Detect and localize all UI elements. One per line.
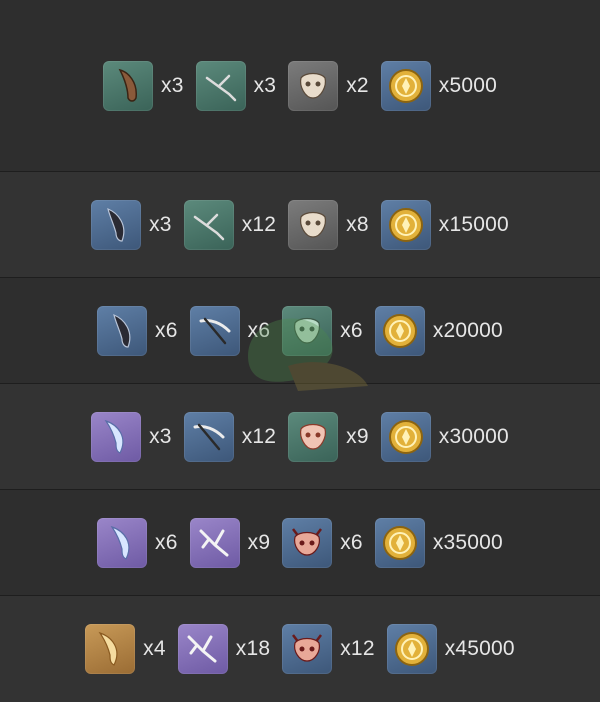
horned-mask-icon: [282, 624, 333, 674]
red-mask-icon: [288, 411, 339, 462]
material-item: x6: [97, 517, 178, 568]
material-item: x12: [183, 199, 277, 250]
mora-coin-icon: [380, 60, 431, 111]
table-row: x3 x12 x8 x15000: [0, 171, 600, 277]
mora-coin-icon: [374, 305, 425, 356]
mora-coin-icon: [386, 624, 437, 674]
material-item: x4: [85, 624, 166, 674]
green-mask-icon: [282, 305, 333, 356]
bone-mask-icon: [288, 199, 339, 250]
table-row: x4 x18 x12 x45000: [0, 595, 600, 702]
dark-claw-icon: [97, 305, 148, 356]
twig-icon: [195, 60, 246, 111]
item-quantity: x20000: [432, 318, 503, 342]
item-quantity: x4: [143, 637, 166, 660]
material-item: x6: [97, 305, 178, 356]
material-item: x5000: [380, 60, 497, 111]
blue-fang-icon: [97, 517, 148, 568]
material-item: x3: [103, 60, 184, 111]
gold-fang-icon: [85, 624, 136, 674]
material-item: x20000: [374, 305, 503, 356]
white-branch-icon: [177, 624, 228, 674]
item-quantity: x6: [247, 318, 271, 342]
item-quantity: x12: [241, 424, 277, 448]
item-quantity: x6: [155, 530, 178, 554]
item-quantity: x3: [149, 424, 172, 448]
horned-mask-icon: [282, 517, 333, 568]
item-quantity: x45000: [444, 637, 515, 660]
item-quantity: x6: [340, 530, 363, 554]
material-item: x12: [183, 411, 277, 462]
item-quantity: x6: [155, 318, 178, 342]
item-quantity: x3: [149, 212, 172, 236]
twig-icon: [183, 199, 234, 250]
dark-claw-icon: [91, 199, 142, 250]
item-quantity: x8: [346, 212, 369, 236]
material-item: x15000: [380, 199, 509, 250]
blue-fang-icon: [91, 411, 142, 462]
item-quantity: x15000: [438, 212, 509, 236]
material-item: x3: [91, 411, 172, 462]
item-quantity: x2: [346, 73, 369, 97]
item-quantity: x9: [346, 424, 369, 448]
material-item: x3: [91, 199, 172, 250]
item-quantity: x18: [235, 637, 271, 660]
brown-fang-icon: [103, 60, 153, 111]
item-quantity: x35000: [432, 530, 503, 554]
mora-coin-icon: [380, 199, 431, 250]
materials-table: x3 x3 x2 x5000 x3 x12 x8 x15000 x6 x6 x6…: [0, 0, 600, 702]
material-item: x6: [282, 517, 363, 568]
item-quantity: x3: [253, 73, 277, 97]
item-quantity: x5000: [438, 73, 497, 97]
material-item: x18: [177, 624, 271, 674]
material-item: x2: [288, 60, 369, 111]
material-item: x3: [195, 60, 277, 111]
crossed-bow-icon: [183, 411, 234, 462]
material-item: x6: [189, 305, 271, 356]
crossed-bow-icon: [189, 305, 240, 356]
material-item: x45000: [386, 624, 515, 674]
table-row: x6 x9 x6 x35000: [0, 489, 600, 595]
mora-coin-icon: [380, 411, 431, 462]
item-quantity: x9: [247, 530, 271, 554]
item-quantity: x30000: [438, 424, 509, 448]
material-item: x8: [288, 199, 369, 250]
material-item: x9: [288, 411, 369, 462]
material-item: x9: [189, 517, 271, 568]
table-row: x3 x12 x9 x30000: [0, 383, 600, 489]
material-item: x6: [282, 305, 363, 356]
item-quantity: x3: [161, 73, 184, 97]
item-quantity: x12: [340, 637, 375, 660]
table-row: x6 x6 x6 x20000: [0, 277, 600, 383]
white-branch-icon: [189, 517, 240, 568]
material-item: x12: [282, 624, 375, 674]
item-quantity: x6: [340, 318, 363, 342]
item-quantity: x12: [241, 212, 277, 236]
bone-mask-icon: [288, 60, 339, 111]
material-item: x30000: [380, 411, 509, 462]
material-item: x35000: [374, 517, 503, 568]
mora-coin-icon: [374, 517, 425, 568]
table-row: x3 x3 x2 x5000: [0, 0, 600, 171]
